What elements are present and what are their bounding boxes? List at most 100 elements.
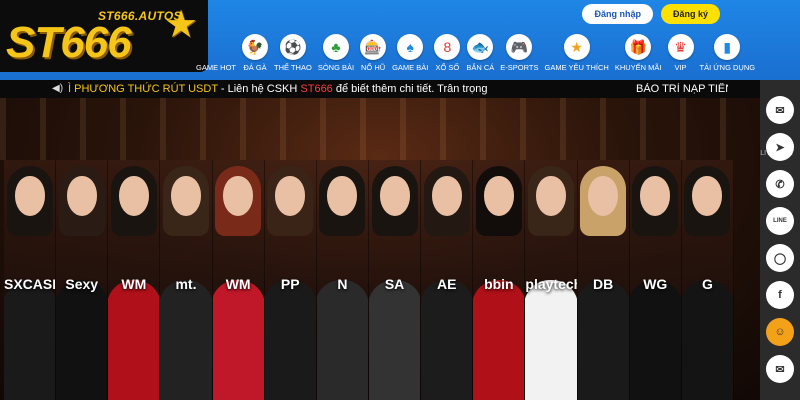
dealer-card[interactable]: SA — [368, 160, 422, 400]
fish-icon: 🐟 — [467, 34, 494, 60]
dealer-body — [473, 280, 525, 400]
whatsapp-button[interactable]: ✆ — [766, 170, 794, 198]
nav-item-3[interactable]: ⚽ THỂ THAO — [274, 34, 312, 72]
nav-label: KHUYẾN MÃI — [614, 63, 662, 72]
dealer-card[interactable]: PP — [264, 160, 317, 400]
dealer-face — [223, 176, 254, 216]
provider-logo: AE — [436, 276, 457, 292]
support-avatar-button[interactable]: ☺ — [766, 318, 794, 346]
dealer-card[interactable]: playtech — [525, 160, 578, 400]
nav-item-12[interactable]: ♛ VIP — [667, 34, 694, 72]
dealer-face — [118, 176, 149, 216]
register-button[interactable]: Đăng ký — [660, 4, 720, 24]
live-casino-banner[interactable]: SXCASINO Sexy WM mt. WM PP N SA AE bbin playtech DB… — [0, 98, 760, 400]
chat-icon: ✉ — [775, 104, 785, 117]
email-button[interactable]: ✉ — [766, 355, 794, 383]
nav-label: THỂ THAO — [274, 63, 312, 72]
dealer-face — [588, 176, 619, 216]
dealer-face — [170, 176, 201, 216]
nav-label: GAME HOT — [196, 63, 237, 72]
line-button[interactable]: LINE — [766, 207, 794, 235]
dealer-card[interactable]: DB — [577, 160, 630, 400]
facebook-icon: f — [778, 289, 782, 301]
dealer-card[interactable]: mt. — [160, 160, 213, 400]
nav-item-9[interactable]: 🎮 E-SPORTS — [500, 34, 538, 72]
provider-logo: mt. — [175, 276, 197, 292]
nav-label: TẢI ỨNG DỤNG — [699, 63, 756, 72]
auth-buttons: Đăng nhập Đăng ký — [582, 4, 720, 24]
dealer-body — [681, 280, 733, 400]
dealer-body — [4, 280, 56, 400]
dealer-body — [264, 280, 316, 400]
nav-item-4[interactable]: ♣ SÒNG BÀI — [318, 34, 354, 72]
provider-logo: Sexy — [65, 276, 99, 292]
provider-logo: SXCASINO — [4, 276, 57, 292]
ticker-brand: ST666 — [300, 83, 333, 95]
nav-label: SÒNG BÀI — [317, 63, 355, 72]
dealer-card[interactable]: bbin — [473, 160, 526, 400]
rooster-icon: 🐓 — [242, 34, 269, 60]
provider-logo: WM — [225, 276, 251, 292]
signal-button[interactable]: ◯ — [766, 244, 794, 272]
nav-item-5[interactable]: 🎰 NỔ HŨ — [360, 34, 387, 72]
dealer-card[interactable]: N — [316, 160, 369, 400]
phone-download-icon: ▮ — [714, 34, 741, 60]
dealer-card[interactable]: WM — [212, 160, 265, 400]
st666-logo[interactable]: ST666.AUTOS ST666 ★ — [0, 0, 208, 72]
star-icon: ★ — [563, 34, 590, 60]
provider-logo: PP — [280, 276, 300, 292]
ticker-middle: - Liên hệ CSKH — [217, 83, 301, 95]
provider-logo: WM — [121, 276, 147, 292]
star-icon: ★ — [164, 4, 199, 46]
login-button[interactable]: Đăng nhập — [582, 4, 653, 24]
whatsapp-icon: ✆ — [775, 178, 785, 191]
telegram-button[interactable]: ➤ — [766, 133, 794, 161]
casino-chip-icon: ♣ — [322, 34, 349, 60]
nav-label: NỔ HŨ — [360, 63, 386, 72]
dealer-body — [577, 280, 629, 400]
dealer-body — [368, 280, 421, 400]
nav-item-8[interactable]: 🐟 BẮN CÁ — [466, 34, 494, 72]
nav-label: ĐÁ GÀ — [243, 63, 267, 72]
dealer-card[interactable]: WG — [629, 160, 682, 400]
dealer-card[interactable]: AE — [421, 160, 474, 400]
speaker-icon: ◀) — [52, 83, 64, 94]
nav-item-13[interactable]: ▮ TẢI ỨNG DỤNG — [699, 34, 756, 72]
nav-label: VIP — [674, 63, 687, 72]
casino-ceiling-decoration — [0, 98, 760, 160]
dealer-face — [483, 176, 514, 216]
dealer-body — [56, 280, 108, 400]
nav-item-11[interactable]: 🎁 KHUYẾN MÃI — [615, 34, 662, 72]
nav-item-7[interactable]: 8 XỔ SỐ — [434, 34, 461, 72]
dealer-face — [431, 176, 462, 216]
provider-logo: DB — [593, 276, 614, 292]
dealer-face — [14, 176, 45, 216]
page: ST666.AUTOS ST666 ★ Đăng nhập Đăng ký 🔥G… — [0, 0, 800, 400]
facebook-button[interactable]: f — [766, 281, 794, 309]
dealer-card[interactable]: Sexy — [56, 160, 109, 400]
nav-item-1[interactable]: 🔥GAME HOT — [196, 34, 236, 72]
nav-label: BẮN CÁ — [466, 63, 495, 72]
dealer-body — [421, 280, 473, 400]
livechat-button[interactable]: ✉ — [766, 96, 794, 124]
ticker-prefix: Ì PHƯƠNG THỨC RÚT USDT — [68, 83, 218, 95]
dealer-card[interactable]: WM — [108, 160, 161, 400]
announcement-ticker: ◀) Ì PHƯƠNG THỨC RÚT USDT - Liên hệ CSKH… — [0, 80, 760, 98]
dealer-card[interactable]: G — [681, 160, 734, 400]
provider-logo: WG — [643, 276, 668, 292]
dealer-body — [108, 280, 160, 400]
dealer-body — [316, 280, 368, 400]
nav-item-10[interactable]: ★ GAME YÊU THÍCH — [544, 34, 609, 72]
nav-label: GAME YÊU THÍCH — [544, 63, 609, 72]
ticker-suffix: để biết thêm chi tiết. Trân trọng — [332, 83, 488, 95]
dealer-body — [629, 280, 681, 400]
provider-logo: playtech — [525, 276, 578, 292]
nav-item-2[interactable]: 🐓 ĐÁ GÀ — [242, 34, 269, 72]
nav-item-6[interactable]: ♠ GAME BÀI — [392, 34, 428, 72]
dealer-body — [525, 280, 577, 400]
soccer-ball-icon: ⚽ — [279, 34, 306, 60]
dealer-face — [535, 176, 566, 216]
dealer-card[interactable]: SXCASINO — [4, 160, 57, 400]
provider-logo: SA — [384, 276, 405, 292]
dealer-strip: SXCASINO Sexy WM mt. WM PP N SA AE bbin playtech DB… — [4, 160, 734, 400]
